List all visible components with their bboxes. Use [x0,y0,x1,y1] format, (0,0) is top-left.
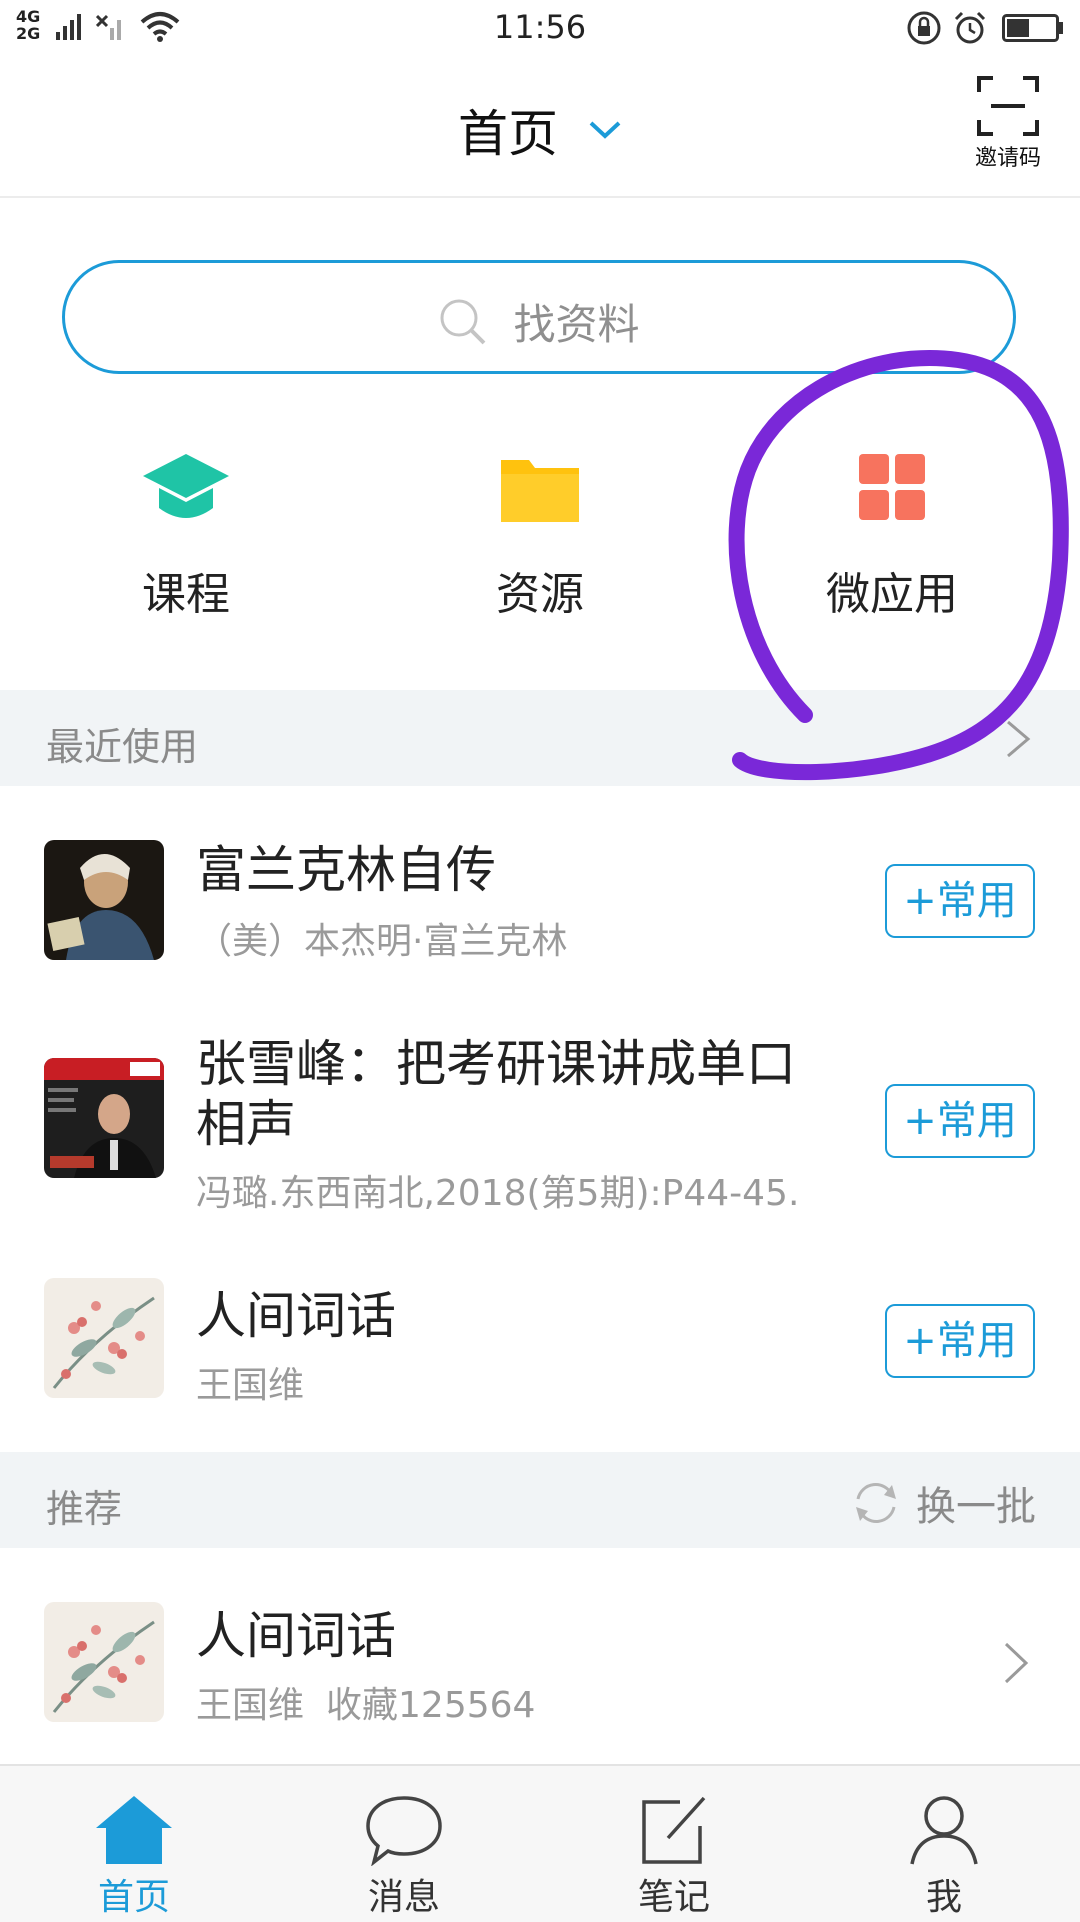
item-title: 张雪峰：把考研课讲成单口相声 [196,1035,796,1153]
user-icon [910,1796,978,1865]
add-favorite-button[interactable]: +常用 [885,1304,1035,1378]
recommend-section-header: 推荐 换一批 [0,1452,1080,1548]
quick-entry-label: 课程 [142,569,230,620]
item-title: 人间词话 [196,1287,396,1345]
rotation-lock-icon [907,11,941,45]
search-icon [440,299,486,344]
chat-bubble-icon [366,1796,442,1866]
magazine-cover-image [44,1058,164,1178]
chevron-right-icon [1004,1642,1029,1684]
page-title-dropdown[interactable]: 首页 [0,94,1080,166]
item-title: 富兰克林自传 [196,841,496,899]
list-item[interactable]: 张雪峰：把考研课讲成单口相声 冯璐.东西南北,2018(第5期):P44-45.… [0,1020,1080,1220]
book-cover-image [44,1278,164,1398]
list-item[interactable]: 富兰克林自传 （美）本杰明·富兰克林 +常用 [0,820,1080,980]
tab-label: 笔记 [637,1877,710,1918]
tab-me[interactable]: 我 [854,1766,1034,1922]
quick-entry-label: 资源 [496,569,584,620]
item-subtitle: 王国维 [196,1365,305,1406]
recent-section-header[interactable]: 最近使用 [0,690,1080,786]
bottom-tab-bar: 首页 消息 笔记 我 [0,1764,1080,1922]
quick-entry-resources[interactable]: 资源 [420,450,660,622]
header: 首页 邀请码 [0,56,1080,198]
tab-messages[interactable]: 消息 [314,1766,494,1922]
search-placeholder: 找资料 [513,300,640,349]
item-title: 人间词话 [196,1607,396,1665]
refresh-icon [856,1483,896,1523]
chevron-right-icon [1007,720,1031,758]
item-favorites-count: 收藏125564 [326,1685,536,1726]
tab-label: 首页 [97,1877,170,1918]
tab-notes[interactable]: 笔记 [584,1766,764,1922]
search-input[interactable]: 找资料 [62,260,1016,374]
section-title: 最近使用 [46,725,199,769]
list-item[interactable]: 人间词话 王国维 +常用 [0,1260,1080,1410]
home-icon [96,1796,172,1864]
status-bar: 4G 2G 11:56 [0,0,1080,56]
item-author: 王国维 [196,1685,305,1726]
graduation-cap-icon [143,454,229,518]
book-cover-image [44,840,164,960]
folder-icon [501,460,579,522]
alarm-icon [954,11,986,44]
item-subtitle: （美）本杰明·富兰克林 [196,921,568,962]
invite-code-button[interactable]: 邀请码 [962,76,1054,176]
invite-code-label: 邀请码 [974,146,1041,171]
book-cover-image [44,1602,164,1722]
refresh-button[interactable]: 换一批 [850,1474,1036,1532]
battery-icon [1002,14,1063,42]
scan-icon [977,76,1039,136]
refresh-label: 换一批 [916,1484,1036,1530]
tab-label: 我 [925,1877,962,1918]
page-title: 首页 [458,105,559,163]
add-favorite-button[interactable]: +常用 [885,1084,1035,1158]
section-title: 推荐 [46,1487,123,1531]
item-subtitle: 王国维 收藏125564 [196,1676,535,1728]
app-grid-icon [859,454,925,520]
quick-entry-label: 微应用 [826,569,958,620]
item-subtitle: 冯璐.东西南北,2018(第5期):P44-45. [196,1173,800,1214]
edit-note-icon [642,1796,706,1864]
quick-entry-micro-apps[interactable]: 微应用 [772,450,1012,622]
add-favorite-button[interactable]: +常用 [885,864,1035,938]
tab-label: 消息 [367,1877,440,1918]
chevron-down-icon [589,121,621,139]
quick-entry-courses[interactable]: 课程 [66,450,306,622]
tab-home[interactable]: 首页 [44,1766,224,1922]
list-item[interactable]: 人间词话 王国维 收藏125564 [0,1584,1080,1744]
